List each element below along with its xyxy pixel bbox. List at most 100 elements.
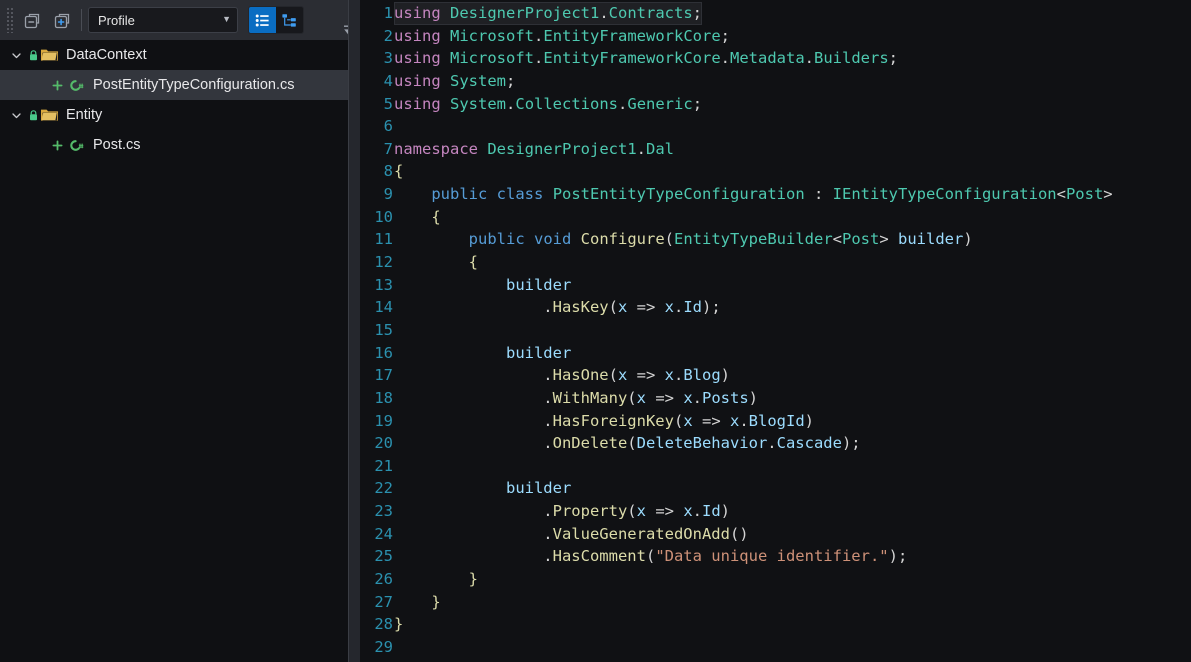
code-line[interactable]: 4 using System;	[360, 70, 1191, 93]
code-line[interactable]: 8{	[360, 160, 1191, 183]
line-number: 7	[383, 139, 393, 158]
collapse-all-button[interactable]	[19, 7, 45, 33]
code-line[interactable]: 28}	[360, 613, 1191, 636]
code-line[interactable]: 10 {	[360, 206, 1191, 229]
code-line-text: .Property(x => x.Id)	[394, 502, 731, 521]
code-line[interactable]: 19 .HasForeignKey(x => x.BlogId)	[360, 410, 1191, 433]
line-number: 23	[374, 502, 393, 521]
code-line[interactable]: 21	[360, 455, 1191, 478]
line-number: 2	[383, 26, 393, 45]
view-mode-list-button[interactable]	[249, 7, 276, 33]
code-line[interactable]: 11 public void Configure(EntityTypeBuild…	[360, 228, 1191, 251]
toolbar-separator	[81, 9, 82, 31]
code-line[interactable]: 17 .HasOne(x => x.Blog)	[360, 364, 1191, 387]
line-number: 29	[374, 637, 393, 656]
code-line-text: .HasComment("Data unique identifier.");	[394, 547, 908, 566]
code-line[interactable]: 27 }	[360, 591, 1191, 614]
line-number: 12	[374, 253, 393, 272]
profile-dropdown[interactable]: Profile ▼	[88, 7, 238, 33]
code-line[interactable]: 24 .ValueGeneratedOnAdd()	[360, 523, 1191, 546]
line-number: 24	[374, 524, 393, 543]
line-number: 15	[374, 320, 393, 339]
code-line[interactable]: 20 .OnDelete(DeleteBehavior.Cascade);	[360, 432, 1191, 455]
code-line[interactable]: 22 builder	[360, 477, 1191, 500]
code-line[interactable]: 9 public class PostEntityTypeConfigurati…	[360, 183, 1191, 206]
code-line-text: using System;	[394, 71, 516, 90]
line-number: 6	[383, 117, 393, 136]
tree-item-datacontext[interactable]: DataContext	[0, 40, 360, 70]
tree-item-label: DataContext	[66, 46, 147, 63]
code-line[interactable]: 7 namespace DesignerProject1.Dal	[360, 138, 1191, 161]
code-line-text: using System.Collections.Generic;	[394, 94, 703, 113]
code-line[interactable]: 23 .Property(x => x.Id)	[360, 500, 1191, 523]
line-number: 21	[374, 456, 393, 475]
csharp-file-icon	[66, 78, 85, 93]
expand-all-button[interactable]	[49, 7, 75, 33]
code-line[interactable]: 1 using DesignerProject1.Contracts;	[360, 2, 1191, 25]
line-number: 5	[383, 94, 393, 113]
line-number: 11	[374, 230, 393, 249]
line-number: 9	[383, 185, 393, 204]
expand-all-icon	[54, 13, 69, 28]
added-plus-icon	[52, 80, 63, 91]
code-line-text: builder	[505, 479, 572, 498]
view-mode-tree-button[interactable]	[276, 7, 303, 33]
code-editor-pane[interactable]: 1 using DesignerProject1.Contracts; 2 using…	[360, 0, 1191, 662]
line-number: 17	[374, 366, 393, 385]
code-line[interactable]: 29	[360, 636, 1191, 659]
code-line[interactable]: 6	[360, 115, 1191, 138]
code-line-text: using DesignerProject1.Contracts;	[394, 2, 703, 25]
line-number: 8	[383, 162, 393, 181]
code-line-text: .HasKey(x => x.Id);	[394, 298, 721, 317]
code-line[interactable]: 5 using System.Collections.Generic;	[360, 93, 1191, 116]
csharp-file-icon	[66, 138, 85, 153]
code-line[interactable]: 13 builder	[360, 274, 1191, 297]
line-number: 3	[383, 49, 393, 68]
chevron-down-icon: ▼	[222, 13, 231, 24]
tree-item-entity[interactable]: Entity	[0, 100, 360, 130]
tree-item-post-cs[interactable]: Post.cs	[0, 130, 360, 160]
lock-icon	[28, 49, 39, 62]
line-number: 10	[374, 207, 393, 226]
code-line-text: public void Configure(EntityTypeBuilder<…	[468, 230, 973, 249]
code-lines: 1 using DesignerProject1.Contracts; 2 using…	[360, 0, 1191, 659]
line-number: 25	[374, 547, 393, 566]
list-view-icon	[255, 14, 269, 26]
code-line[interactable]: 14 .HasKey(x => x.Id);	[360, 296, 1191, 319]
code-line-text: using Microsoft.EntityFrameworkCore.Meta…	[394, 49, 899, 68]
code-line-text: {	[431, 207, 441, 226]
app-root: Profile ▼ DataContext PostEntityTypeConf…	[0, 0, 1191, 662]
code-line-text: builder	[505, 275, 572, 294]
chevron-down-icon[interactable]	[8, 110, 24, 121]
view-mode-toggle-group	[248, 6, 304, 34]
line-number: 16	[374, 343, 393, 362]
line-number: 19	[374, 411, 393, 430]
line-number: 20	[374, 434, 393, 453]
code-line[interactable]: 26 }	[360, 568, 1191, 591]
code-line-text: namespace DesignerProject1.Dal	[394, 139, 674, 158]
code-line[interactable]: 3 using Microsoft.EntityFrameworkCore.Met…	[360, 47, 1191, 70]
code-line[interactable]: 15	[360, 319, 1191, 342]
explorer-toolbar: Profile ▼	[0, 0, 360, 40]
code-line[interactable]: 2 using Microsoft.EntityFrameworkCore;	[360, 25, 1191, 48]
project-tree: DataContext PostEntityTypeConfiguration.…	[0, 40, 360, 160]
toolbar-drag-grip[interactable]	[6, 7, 14, 33]
added-plus-icon	[52, 140, 63, 151]
code-line-text: }	[394, 615, 404, 634]
tree-item-label: Post.cs	[93, 136, 141, 153]
chevron-down-icon[interactable]	[8, 50, 24, 61]
lock-icon	[28, 109, 39, 122]
code-line-text: {	[468, 253, 478, 272]
explorer-splitter[interactable]	[348, 0, 360, 662]
code-line-text: .HasForeignKey(x => x.BlogId)	[394, 411, 815, 430]
code-line[interactable]: 18 .WithMany(x => x.Posts)	[360, 387, 1191, 410]
code-line[interactable]: 12 {	[360, 251, 1191, 274]
code-line-text: .ValueGeneratedOnAdd()	[394, 524, 749, 543]
code-line-text: .HasOne(x => x.Blog)	[394, 366, 731, 385]
line-number: 26	[374, 570, 393, 589]
code-line[interactable]: 16 builder	[360, 342, 1191, 365]
tree-view-icon	[282, 13, 296, 27]
tree-item-postentitytypeconfiguration-cs[interactable]: PostEntityTypeConfiguration.cs	[0, 70, 360, 100]
code-line-text: public class PostEntityTypeConfiguration…	[431, 185, 1113, 204]
code-line[interactable]: 25 .HasComment("Data unique identifier."…	[360, 545, 1191, 568]
